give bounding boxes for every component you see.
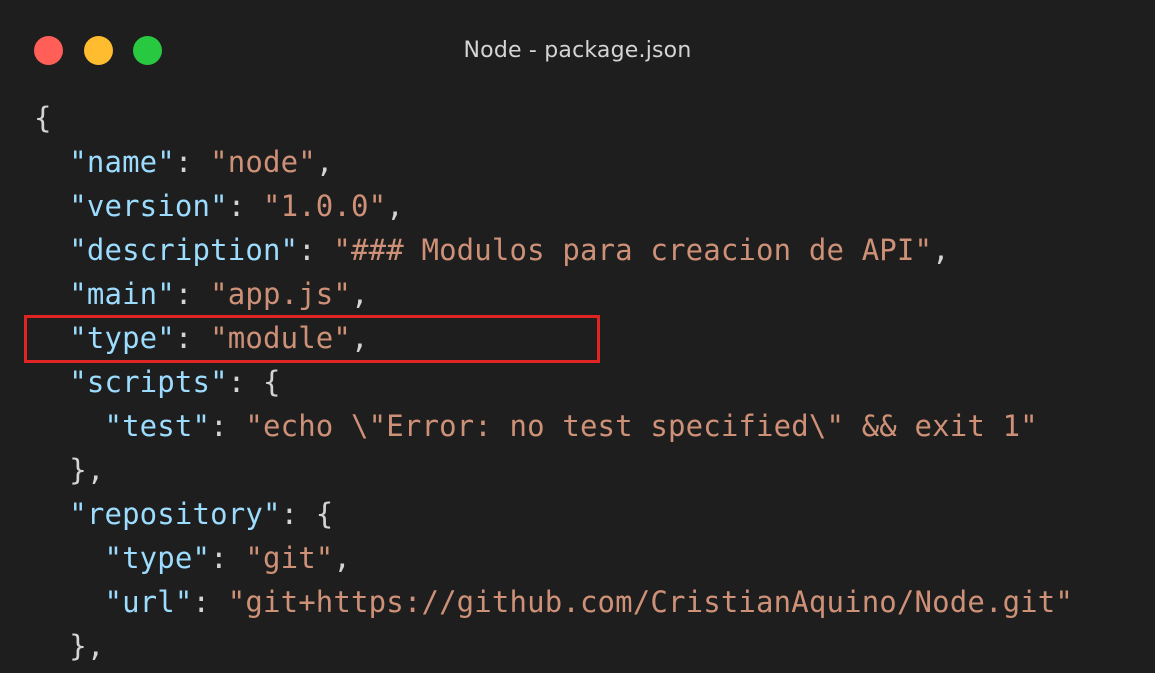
json-punctuation: : <box>210 409 246 443</box>
json-punctuation: , <box>333 541 352 575</box>
json-punctuation: : { <box>280 497 334 531</box>
json-punctuation: : <box>298 233 334 267</box>
code-line: }, <box>34 448 1073 492</box>
json-string: "1.0.0" <box>262 189 387 223</box>
code-line: }, <box>34 624 1073 668</box>
json-key: "repository" <box>69 497 281 531</box>
json-punctuation: , <box>315 145 334 179</box>
json-punctuation <box>34 233 69 267</box>
json-punctuation: , <box>386 189 404 223</box>
json-string: "app.js" <box>210 277 352 311</box>
json-key: "description" <box>69 233 299 267</box>
window-title: Node - package.json <box>463 38 692 63</box>
json-punctuation: : <box>210 541 246 575</box>
code-line: "name": "node", <box>34 140 1073 184</box>
json-string: "git+https://github.com/CristianAquino/N… <box>227 585 1074 619</box>
json-punctuation: { <box>34 101 52 135</box>
json-punctuation: : <box>227 189 263 223</box>
json-punctuation <box>34 277 69 311</box>
json-punctuation <box>34 541 104 575</box>
highlight-annotation-box <box>24 315 600 363</box>
code-editor[interactable]: { "name": "node", "version": "1.0.0", "d… <box>34 96 1073 668</box>
json-punctuation: , <box>932 233 950 267</box>
json-punctuation: : <box>192 585 228 619</box>
json-punctuation <box>34 145 69 179</box>
json-punctuation: , <box>351 277 369 311</box>
code-line: "repository": { <box>34 492 1073 536</box>
code-line: "version": "1.0.0", <box>34 184 1073 228</box>
json-key: "type" <box>104 541 211 575</box>
code-line: { <box>34 96 1073 140</box>
code-line: "url": "git+https://github.com/CristianA… <box>34 580 1073 624</box>
editor-window: Node - package.json { "name": "node", "v… <box>0 0 1155 673</box>
json-key: "scripts" <box>69 365 228 399</box>
title-bar: Node - package.json <box>0 0 1155 100</box>
json-punctuation: }, <box>34 453 105 487</box>
json-string: "node" <box>210 145 316 179</box>
json-string: "### Modulos para creacion de API" <box>333 233 933 267</box>
json-punctuation <box>34 497 69 531</box>
json-string: "echo \"Error: no test specified\" && ex… <box>245 409 1038 443</box>
code-line: "scripts": { <box>34 360 1073 404</box>
json-key: "url" <box>104 585 193 619</box>
json-key: "test" <box>104 409 211 443</box>
json-punctuation <box>34 409 104 443</box>
json-punctuation <box>34 189 69 223</box>
json-punctuation: : <box>174 145 211 179</box>
json-key: "main" <box>69 277 175 311</box>
code-line: "type": "git", <box>34 536 1073 580</box>
json-punctuation: }, <box>34 629 105 663</box>
code-line: "main": "app.js", <box>34 272 1073 316</box>
json-punctuation: : { <box>227 365 281 399</box>
json-key: "name" <box>69 145 175 179</box>
json-punctuation <box>34 365 69 399</box>
json-punctuation <box>34 585 104 619</box>
code-line: "test": "echo \"Error: no test specified… <box>34 404 1073 448</box>
json-punctuation: : <box>174 277 211 311</box>
json-key: "version" <box>69 189 228 223</box>
code-line: "description": "### Modulos para creacio… <box>34 228 1073 272</box>
json-string: "git" <box>245 541 334 575</box>
